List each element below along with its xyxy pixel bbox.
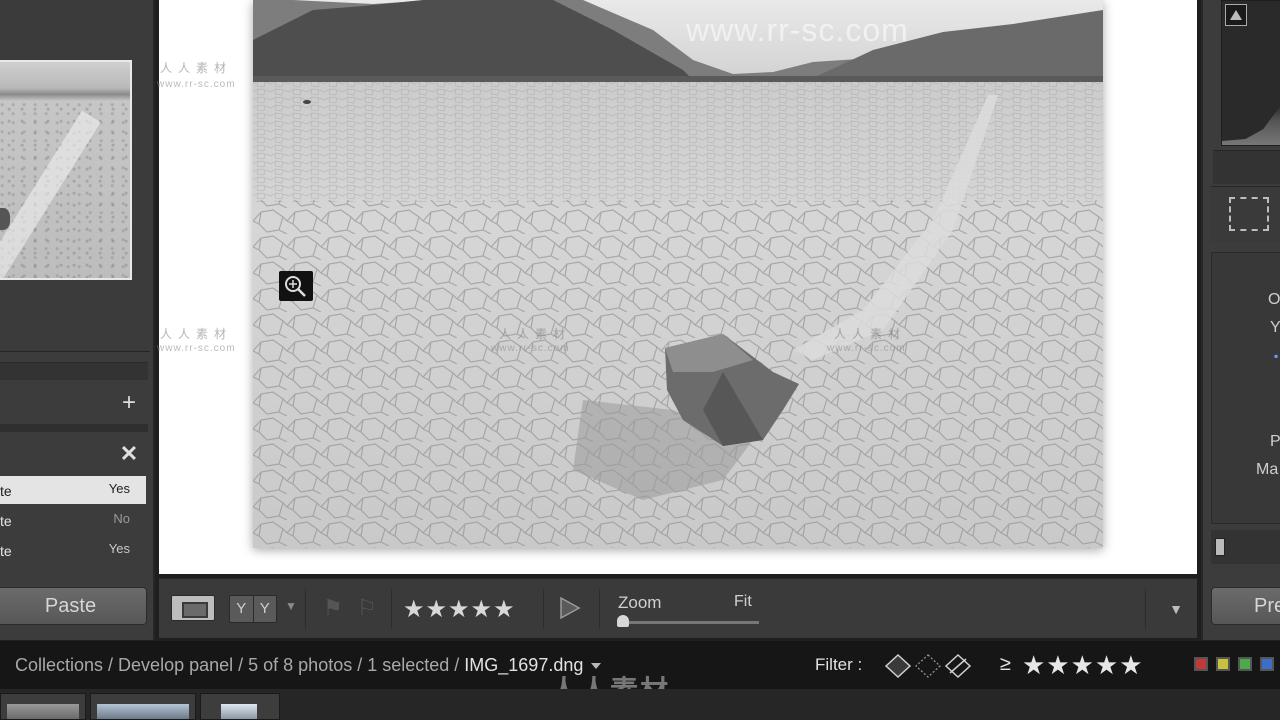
panel-label: O — [1268, 291, 1280, 308]
color-label-blue[interactable] — [1260, 657, 1274, 671]
sync-settings-header: ✕ — [0, 436, 148, 474]
loupe-view-button[interactable] — [171, 595, 215, 621]
navigator-preview[interactable] — [0, 60, 132, 280]
color-label-green[interactable] — [1238, 657, 1252, 671]
sync-row-value: Yes — [108, 541, 130, 556]
collections-header: + — [0, 386, 148, 422]
filmstrip-cell[interactable] — [0, 693, 86, 720]
filter-rating-operator[interactable]: ≥ — [1000, 653, 1011, 676]
sync-row[interactable]: te Yes — [0, 476, 146, 504]
zoom-cursor-badge — [279, 271, 313, 301]
magnifier-plus-icon — [285, 276, 306, 297]
slideshow-play-icon[interactable] — [555, 594, 583, 622]
breadcrumb-path: Collections / Develop panel / 5 of 8 pho… — [15, 655, 465, 675]
toolbar-menu-icon[interactable]: ▼ — [1169, 601, 1183, 617]
color-label-red[interactable] — [1194, 657, 1208, 671]
left-panel-divider — [0, 362, 148, 380]
sync-row-value: No — [113, 511, 130, 526]
scrollbar-handle[interactable] — [1215, 538, 1225, 556]
watermark-url: www.rr-sc.com — [157, 79, 236, 90]
flag-icon[interactable]: ⚑ — [323, 595, 343, 620]
loupe-viewer[interactable]: www.rr-sc.com 人人素材 www.rr-sc.com 人人素材 ww… — [157, 0, 1197, 574]
filmstrip-header: Collections / Develop panel / 5 of 8 pho… — [0, 641, 1280, 706]
sync-row-key: te — [0, 513, 12, 529]
toolbar-divider — [391, 589, 392, 629]
right-panel: O Y ▪ P Ma Pre — [1201, 0, 1280, 640]
filmstrip-thumbnail[interactable] — [7, 704, 79, 719]
plus-icon[interactable]: + — [118, 390, 140, 416]
viewer-toolbar: Y Y ▼ ⚑ ⚐ ★★★★★ Zoom Fit ▼ — [159, 578, 1197, 638]
sync-row[interactable]: te Yes — [0, 536, 146, 564]
filter-flag-icons[interactable] — [884, 653, 974, 679]
filter-label: Filter : — [815, 655, 863, 674]
filmstrip-cell[interactable] — [90, 693, 196, 720]
sync-row-value: Yes — [108, 481, 130, 496]
toolbar-divider — [305, 589, 306, 629]
tool-strip — [1211, 186, 1280, 242]
previous-button[interactable]: Pre — [1211, 587, 1280, 625]
rating-stars[interactable]: ★★★★★ — [403, 595, 516, 624]
close-icon[interactable]: ✕ — [118, 442, 140, 466]
racetrack-playa-photo — [253, 0, 1103, 548]
zoom-slider-track[interactable] — [619, 621, 759, 624]
panel-label: P — [1270, 433, 1280, 450]
right-panel-divider — [1213, 150, 1280, 184]
lightroom-develop-window: + ✕ te Yes te No te Yes Paste www.rr-sc.… — [0, 0, 1280, 720]
toolbar-divider — [599, 589, 600, 629]
chevron-down-icon[interactable]: ▼ — [285, 599, 297, 613]
zoom-slider-thumb[interactable] — [617, 615, 629, 627]
filmstrip-cell[interactable] — [200, 693, 280, 720]
shadow-clipping-icon[interactable] — [1225, 4, 1247, 26]
collections-bar — [0, 424, 148, 432]
toolbar-divider — [543, 589, 544, 629]
filmstrip — [0, 689, 1280, 720]
basic-panel: O Y ▪ P Ma — [1211, 252, 1280, 524]
main-photo[interactable] — [253, 0, 1103, 548]
filmstrip-thumbnail[interactable] — [221, 704, 257, 719]
panel-label: Y — [1270, 319, 1280, 336]
sync-row-key: te — [0, 483, 12, 499]
panel-label-accent: ▪ — [1274, 349, 1279, 363]
watermark-cn: 人人素材 — [160, 61, 233, 75]
filmstrip-thumbnail[interactable] — [97, 704, 189, 719]
sync-row[interactable]: te No — [0, 506, 146, 534]
before-after-button[interactable]: Y Y — [229, 595, 277, 623]
left-panel: + ✕ te Yes te No te Yes Paste — [0, 0, 155, 640]
crop-icon[interactable] — [1229, 197, 1269, 231]
watermark-cn: 人人素材 — [160, 327, 233, 341]
breadcrumb[interactable]: Collections / Develop panel / 5 of 8 pho… — [15, 655, 602, 676]
reject-flag-icon[interactable]: ⚐ — [357, 595, 377, 620]
zoom-label: Zoom — [618, 593, 662, 612]
watermark-url-top: www.rr-sc.com — [686, 12, 909, 48]
zoom-value[interactable]: Fit — [734, 593, 752, 611]
panel-label: Ma — [1256, 461, 1279, 478]
paste-button[interactable]: Paste — [0, 587, 147, 625]
watermark-url: www.rr-sc.com — [157, 343, 236, 354]
navigator-panel — [0, 0, 150, 352]
navigator-rock — [0, 208, 10, 230]
color-label-yellow[interactable] — [1216, 657, 1230, 671]
toolbar-divider — [1145, 589, 1146, 629]
before-after-left[interactable]: Y — [230, 596, 254, 622]
before-after-right[interactable]: Y — [254, 596, 277, 622]
filter-rating-stars[interactable]: ★★★★★ — [1022, 650, 1144, 681]
right-scrollbar[interactable] — [1211, 530, 1280, 564]
sync-row-key: te — [0, 543, 12, 559]
